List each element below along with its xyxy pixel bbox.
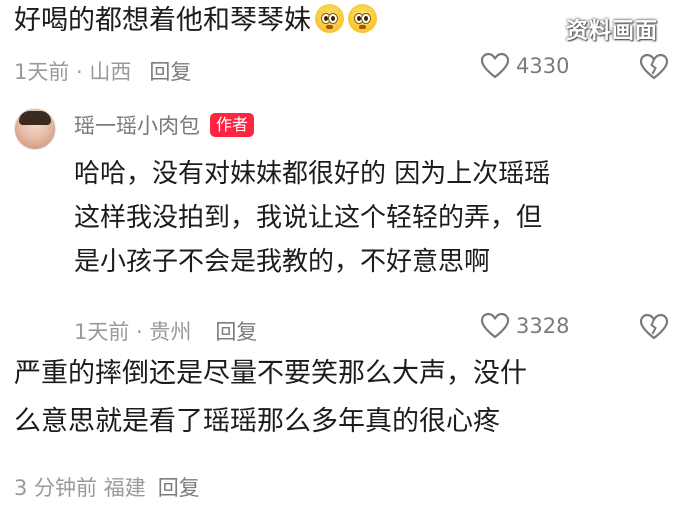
like-button[interactable]: 3328 <box>480 312 569 340</box>
reply-text-line: 哈哈，没有对妹妹都很好的 因为上次瑶瑶 <box>74 159 551 189</box>
reply-header: 瑶一瑶小肉包 作者 <box>74 110 255 140</box>
woozy-face-emoji-icon <box>315 4 344 33</box>
comment-text-content: 好喝的都想着他和琴琴妹 <box>14 5 311 36</box>
like-count: 4330 <box>516 54 570 78</box>
reply-username[interactable]: 瑶一瑶小肉包 <box>74 110 200 140</box>
reply-button[interactable]: 回复 <box>215 320 257 344</box>
reply-text: 哈哈，没有对妹妹都很好的 因为上次瑶瑶 这样我没拍到，我说让这个轻轻的弄，但 是… <box>74 155 550 281</box>
heart-outline-icon <box>480 312 510 339</box>
broken-heart-icon <box>639 53 669 80</box>
watermark: 资料画面 <box>566 19 659 44</box>
like-button[interactable]: 4330 <box>480 52 569 80</box>
comment-text-line: 严重的摔倒还是尽量不要笑那么大声，没什 <box>14 358 527 389</box>
reply-button[interactable]: 回复 <box>158 476 200 500</box>
comment-meta: 3 分钟前 福建 回复 <box>14 472 200 502</box>
avatar[interactable] <box>14 108 56 150</box>
woozy-face-emoji-icon <box>348 4 377 33</box>
comment-time-location: 3 分钟前 福建 <box>14 476 146 500</box>
reply-text-line: 是小孩子不会是我教的，不好意思啊 <box>74 247 491 277</box>
broken-heart-icon <box>639 313 669 340</box>
reply-meta: 1天前 · 贵州 回复 <box>74 316 257 346</box>
heart-outline-icon <box>480 52 510 79</box>
comment-time-location: 1天前 · 山西 <box>14 60 132 84</box>
comment-text-line: 么意思就是看了瑶瑶那么多年真的很心疼 <box>14 406 500 437</box>
reply-time-location: 1天前 · 贵州 <box>74 320 192 344</box>
dislike-button[interactable] <box>639 313 669 345</box>
reply-button[interactable]: 回复 <box>149 60 191 84</box>
reply-text-line: 这样我没拍到，我说让这个轻轻的弄，但 <box>74 203 543 233</box>
comment-text: 好喝的都想着他和琴琴妹 <box>14 4 377 38</box>
author-badge: 作者 <box>210 113 255 137</box>
like-count: 3328 <box>516 314 570 338</box>
dislike-button[interactable] <box>639 53 669 85</box>
comment-text: 严重的摔倒还是尽量不要笑那么大声，没什 么意思就是看了瑶瑶那么多年真的很心疼 <box>14 356 527 440</box>
comment-meta: 1天前 · 山西 回复 <box>14 56 191 86</box>
